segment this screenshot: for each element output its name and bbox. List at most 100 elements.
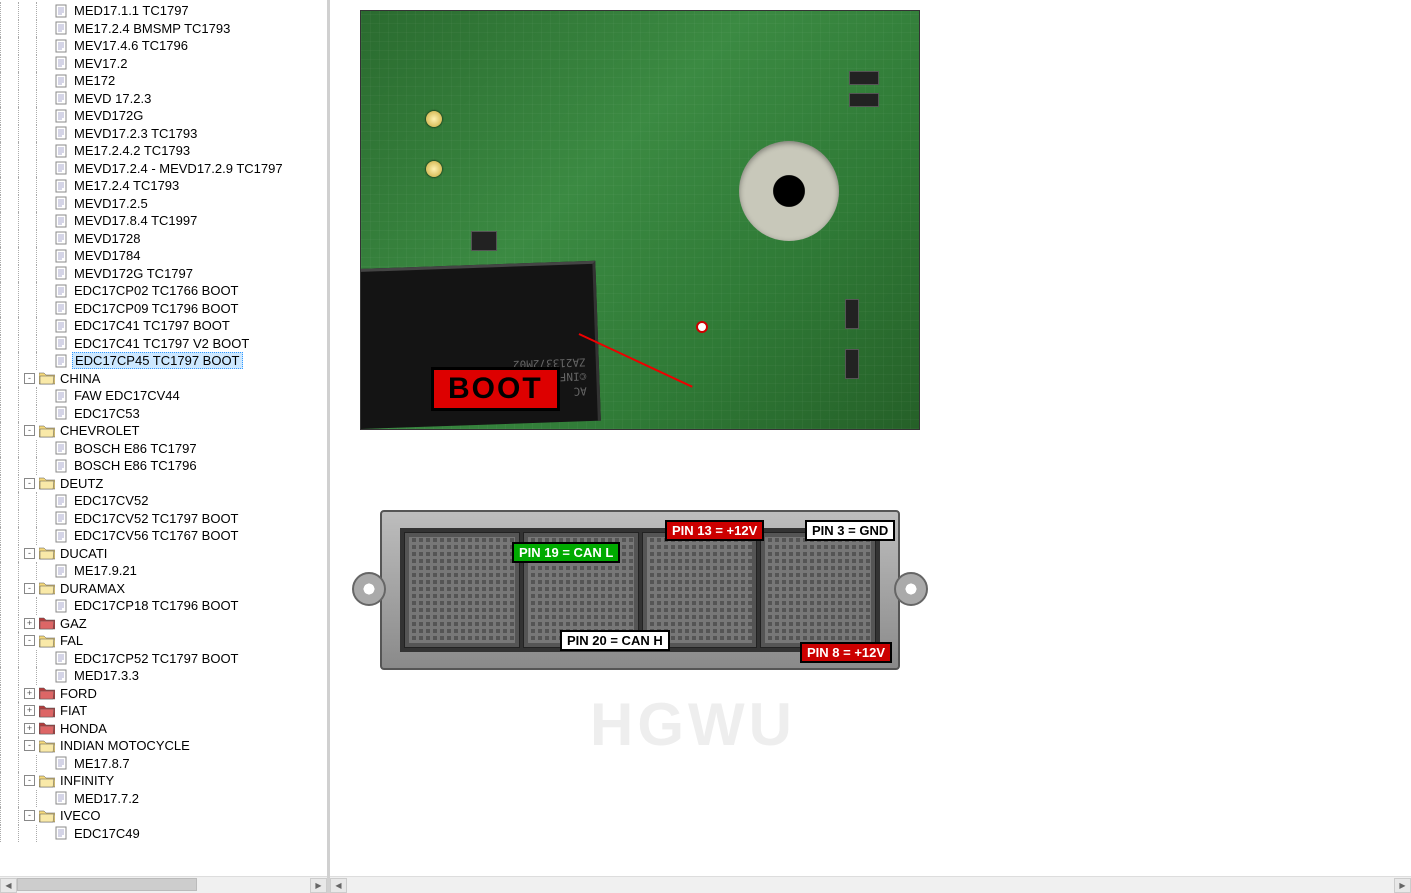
tree-item-label: EDC17CP45 TC1797 BOOT [72,352,243,369]
expander-icon[interactable]: - [24,740,35,751]
tree-item[interactable]: EDC17CP52 TC1797 BOOT [0,650,327,668]
tree-item[interactable]: MEVD1728 [0,230,327,248]
tree-item-label: FIAT [58,703,89,718]
tree-item[interactable]: MEV17.4.6 TC1796 [0,37,327,55]
tree-item[interactable]: MEVD172G [0,107,327,125]
pcb-screw-hole [739,141,839,241]
tree-item[interactable]: MEVD17.2.3 TC1793 [0,125,327,143]
tree-folder[interactable]: -CHINA [0,370,327,388]
tree-item[interactable]: ME17.8.7 [0,755,327,773]
tree-item-label: EDC17CP09 TC1796 BOOT [72,301,241,316]
tree-item[interactable]: EDC17CV56 TC1767 BOOT [0,527,327,545]
tree-item[interactable]: EDC17C41 TC1797 BOOT [0,317,327,335]
tree-item-label: MEVD17.2.4 - MEVD17.2.9 TC1797 [72,161,285,176]
tree-item[interactable]: EDC17C49 [0,825,327,843]
tree-item-label: MEVD17.2.3 TC1793 [72,126,199,141]
tree-item-label: ME17.9.21 [72,563,139,578]
folder-open-icon [39,476,55,490]
tree-item-label: MEVD17.8.4 TC1997 [72,213,199,228]
tree-item[interactable]: ME17.2.4 TC1793 [0,177,327,195]
expander-icon[interactable]: - [24,425,35,436]
pin-label-8: PIN 8 = +12V [800,642,892,663]
expander-icon[interactable]: - [24,478,35,489]
tree-folder[interactable]: +HONDA [0,720,327,738]
tree-item[interactable]: EDC17CP18 TC1796 BOOT [0,597,327,615]
sidebar-horizontal-scrollbar[interactable]: ◀ ▶ [0,876,327,893]
document-icon [54,826,68,840]
tree-scroll-area[interactable]: MED17.1.1 TC1797ME17.2.4 BMSMP TC1793MEV… [0,0,327,876]
tree-item-label: MED17.1.1 TC1797 [72,3,191,18]
tree-item[interactable]: EDC17C53 [0,405,327,423]
expander-icon[interactable]: - [24,775,35,786]
expander-icon[interactable]: + [24,618,35,629]
tree-folder[interactable]: -IVECO [0,807,327,825]
tree-item[interactable]: EDC17CV52 [0,492,327,510]
tree-item[interactable]: BOSCH E86 TC1797 [0,440,327,458]
tree-item[interactable]: EDC17CV52 TC1797 BOOT [0,510,327,528]
tree-item[interactable]: ME172 [0,72,327,90]
tree-item[interactable]: EDC17CP09 TC1796 BOOT [0,300,327,318]
tree-folder[interactable]: -DEUTZ [0,475,327,493]
tree-item[interactable]: EDC17CP02 TC1766 BOOT [0,282,327,300]
tree-item-label: CHEVROLET [58,423,141,438]
tree-item[interactable]: MEVD17.8.4 TC1997 [0,212,327,230]
tree-item-label: MEVD17.2.5 [72,196,150,211]
tree-folder[interactable]: -DUCATI [0,545,327,563]
scroll-left-arrow[interactable]: ◀ [330,878,347,893]
content-horizontal-scrollbar[interactable]: ◀ ▶ [330,876,1411,893]
tree-item-label: MEVD172G [72,108,145,123]
folder-closed-icon [39,686,55,700]
document-icon [54,511,68,525]
tree-item[interactable]: MED17.1.1 TC1797 [0,2,327,20]
document-icon [54,406,68,420]
expander-icon[interactable]: - [24,548,35,559]
tree-item[interactable]: ME17.2.4.2 TC1793 [0,142,327,160]
scroll-thumb[interactable] [17,878,197,891]
tree-folder[interactable]: +GAZ [0,615,327,633]
tree-item[interactable]: FAW EDC17CV44 [0,387,327,405]
folder-open-icon [39,739,55,753]
document-icon [54,599,68,613]
expander-icon[interactable]: - [24,583,35,594]
tree-item[interactable]: ME17.2.4 BMSMP TC1793 [0,20,327,38]
tree-item[interactable]: ME17.9.21 [0,562,327,580]
tree-item[interactable]: BOSCH E86 TC1796 [0,457,327,475]
tree-folder[interactable]: -INDIAN MOTOCYCLE [0,737,327,755]
expander-icon[interactable]: - [24,635,35,646]
tree-folder[interactable]: - CHEVROLET [0,422,327,440]
tree-item[interactable]: MEVD 17.2.3 [0,90,327,108]
tree-folder[interactable]: +FORD [0,685,327,703]
scroll-track[interactable] [17,878,310,893]
tree-folder[interactable]: -DURAMAX [0,580,327,598]
expander-icon[interactable]: - [24,810,35,821]
tree-item-label: ME17.2.4.2 TC1793 [72,143,192,158]
tree-item-label: BOSCH E86 TC1797 [72,441,199,456]
tree-item[interactable]: MEVD172G TC1797 [0,265,327,283]
tree-folder[interactable]: -FAL [0,632,327,650]
tree-folder[interactable]: + FIAT [0,702,327,720]
tree-item-label: MEVD 17.2.3 [72,91,153,106]
tree-item[interactable]: EDC17C41 TC1797 V2 BOOT [0,335,327,353]
tree-item-label: ME17.2.4 BMSMP TC1793 [72,21,232,36]
scroll-left-arrow[interactable]: ◀ [0,878,17,893]
content-scroll-area[interactable]: HGWU HGWU ZA213372M02 ©INFINEON 07 AC BO… [330,0,1411,876]
expander-icon[interactable]: - [24,373,35,384]
tree-item[interactable]: MEVD1784 [0,247,327,265]
boot-point-marker [696,321,708,333]
folder-open-icon [39,424,55,438]
tree-item-label: EDC17C41 TC1797 BOOT [72,318,232,333]
tree-item[interactable]: MED17.3.3 [0,667,327,685]
tree-item[interactable]: MEVD17.2.4 - MEVD17.2.9 TC1797 [0,160,327,178]
expander-icon[interactable]: + [24,688,35,699]
tree-item[interactable]: MEV17.2 [0,55,327,73]
folder-closed-icon [39,616,55,630]
tree-item[interactable]: MEVD17.2.5 [0,195,327,213]
tree-item[interactable]: MED17.7.2 [0,790,327,808]
tree-folder[interactable]: -INFINITY [0,772,327,790]
pin-label-13: PIN 13 = +12V [665,520,764,541]
expander-icon[interactable]: + [24,723,35,734]
scroll-right-arrow[interactable]: ▶ [1394,878,1411,893]
expander-icon[interactable]: + [24,705,35,716]
scroll-right-arrow[interactable]: ▶ [310,878,327,893]
tree-item[interactable]: EDC17CP45 TC1797 BOOT [0,352,327,370]
